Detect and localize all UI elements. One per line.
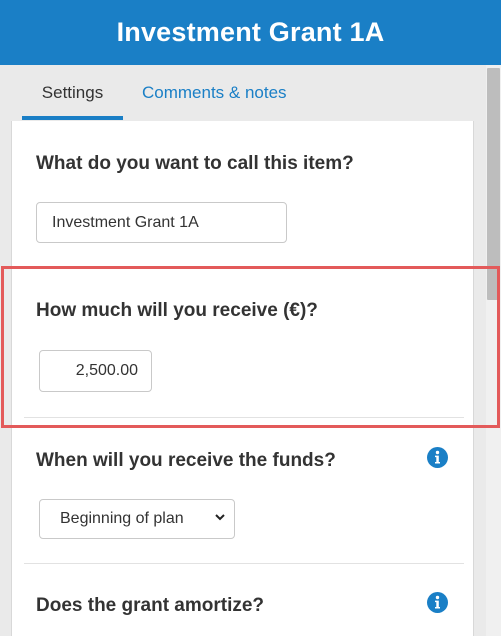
funds-question-label: When will you receive the funds? (36, 450, 336, 471)
amount-question-label: How much will you receive (€)? (36, 300, 318, 321)
funds-timing-selected-value: Beginning of plan (60, 510, 184, 527)
page-title: Investment Grant 1A (116, 17, 385, 47)
info-icon[interactable] (427, 447, 448, 468)
tab-settings[interactable]: Settings (22, 65, 123, 120)
name-question-label: What do you want to call this item? (36, 153, 354, 174)
header-bar: Investment Grant 1A (0, 0, 501, 65)
section-divider (24, 417, 464, 418)
funds-timing-select[interactable]: Beginning of plan (39, 499, 235, 539)
settings-card: What do you want to call this item? How … (11, 121, 474, 636)
info-icon[interactable] (427, 592, 448, 613)
section-divider (24, 563, 464, 564)
item-name-input[interactable] (36, 202, 287, 243)
amortize-question-label: Does the grant amortize? (36, 595, 265, 616)
tab-comments-notes[interactable]: Comments & notes (142, 65, 287, 120)
chevron-down-icon (215, 514, 225, 521)
amount-input[interactable] (39, 350, 152, 392)
scrollbar-thumb[interactable] (487, 68, 500, 300)
tab-bar: Settings Comments & notes (22, 65, 287, 120)
